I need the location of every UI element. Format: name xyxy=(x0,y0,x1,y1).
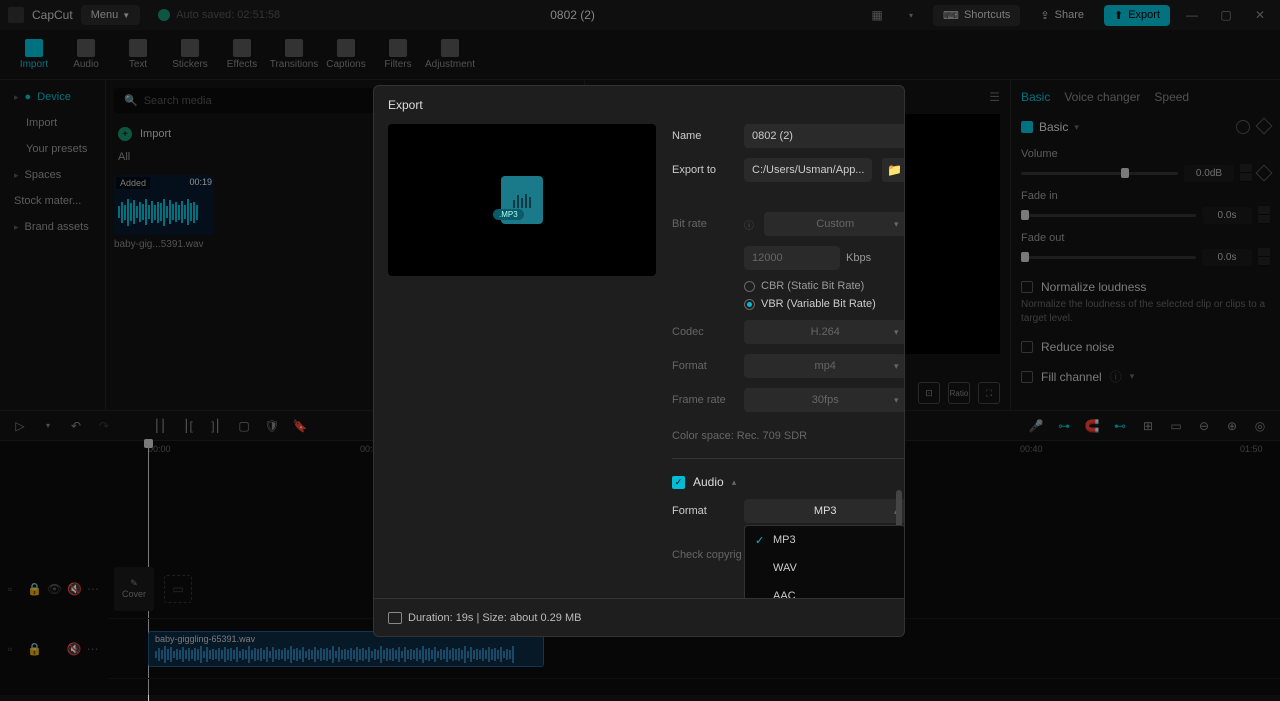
colorspace-text: Color space: Rec. 709 SDR xyxy=(672,430,904,442)
export-preview: .MP3 xyxy=(388,124,656,276)
videoformat-select[interactable]: mp4▾ xyxy=(744,354,904,378)
vbr-radio[interactable]: VBR (Variable Bit Rate) xyxy=(744,298,904,310)
format-option-wav[interactable]: WAV xyxy=(745,554,904,582)
format-option-mp3[interactable]: MP3 xyxy=(745,526,904,554)
bitrate-label: Bit rate xyxy=(672,218,734,230)
codec-label: Codec xyxy=(672,326,734,338)
name-input[interactable] xyxy=(744,124,904,148)
modal-scrollbar[interactable] xyxy=(896,134,902,548)
format-option-aac[interactable]: AAC xyxy=(745,582,904,598)
modal-title: Export xyxy=(374,86,904,124)
cbr-radio[interactable]: CBR (Static Bit Rate) xyxy=(744,280,904,292)
framerate-label: Frame rate xyxy=(672,394,734,406)
kbps-unit: Kbps xyxy=(846,252,871,264)
name-label: Name xyxy=(672,130,734,142)
audioformat-label: Format xyxy=(672,505,734,517)
exportto-label: Export to xyxy=(672,164,734,176)
exportto-path: C:/Users/Usman/App... xyxy=(744,158,872,182)
videoformat-label: Format xyxy=(672,360,734,372)
mp3-file-icon: .MP3 xyxy=(501,176,543,224)
export-summary: Duration: 19s | Size: about 0.29 MB xyxy=(408,612,581,624)
export-modal: Export .MP3 Name Export to C:/Users/Usma… xyxy=(373,85,905,637)
audioformat-dropdown: MP3WAVAACFLAC xyxy=(744,525,904,598)
audio-checkbox[interactable]: ✓ xyxy=(672,476,685,489)
codec-select[interactable]: H.264▾ xyxy=(744,320,904,344)
audio-section-label: Audio xyxy=(693,475,724,489)
audioformat-select[interactable]: MP3▴ xyxy=(744,499,904,523)
info-icon xyxy=(388,612,402,624)
info-icon[interactable]: ⓘ xyxy=(744,217,754,232)
framerate-select[interactable]: 30fps▾ xyxy=(744,388,904,412)
bitrate-select[interactable]: Custom▾ xyxy=(764,212,904,236)
kbps-input[interactable]: 12000 xyxy=(744,246,840,270)
